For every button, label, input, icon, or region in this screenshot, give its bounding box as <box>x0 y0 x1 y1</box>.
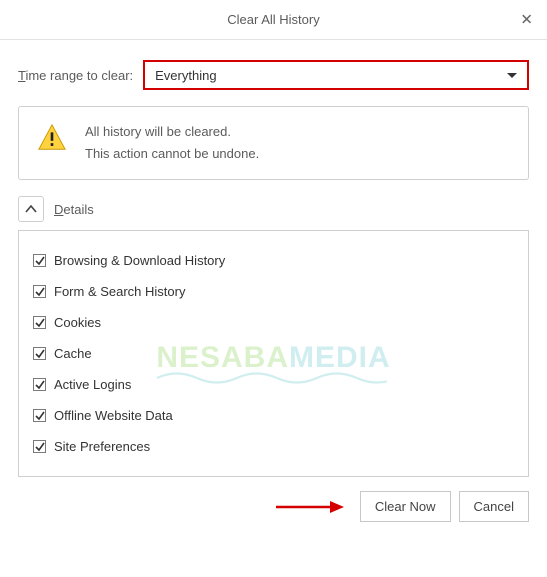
checkbox-label: Browsing & Download History <box>54 253 225 268</box>
details-toggle[interactable] <box>18 196 44 222</box>
details-row: Details <box>18 196 529 222</box>
details-label: Details <box>54 202 94 217</box>
dialog-content: Time range to clear: Everything All hist… <box>0 40 547 477</box>
time-range-select[interactable]: Everything <box>143 60 529 90</box>
checkbox-label: Form & Search History <box>54 284 185 299</box>
checkbox[interactable] <box>33 254 46 267</box>
chevron-down-icon <box>507 73 517 78</box>
checkbox-row[interactable]: Offline Website Data <box>33 400 514 431</box>
warning-text: All history will be cleared. This action… <box>85 121 259 165</box>
checkbox-row[interactable]: Active Logins <box>33 369 514 400</box>
clear-now-button[interactable]: Clear Now <box>360 491 451 522</box>
warning-line1: All history will be cleared. <box>85 121 259 143</box>
checkbox[interactable] <box>33 316 46 329</box>
warning-icon <box>37 123 67 153</box>
checkbox-row[interactable]: Cache <box>33 338 514 369</box>
checkbox[interactable] <box>33 409 46 422</box>
close-icon[interactable]: ✕ <box>520 12 533 27</box>
warning-box: All history will be cleared. This action… <box>18 106 529 180</box>
checkbox[interactable] <box>33 378 46 391</box>
checkbox-label: Site Preferences <box>54 439 150 454</box>
checkbox-row[interactable]: Site Preferences <box>33 431 514 462</box>
details-list: NESABAMEDIA Browsing & Download HistoryF… <box>18 230 529 477</box>
cancel-button[interactable]: Cancel <box>459 491 529 522</box>
checkbox-row[interactable]: Form & Search History <box>33 276 514 307</box>
checkbox-label: Cache <box>54 346 92 361</box>
checkbox[interactable] <box>33 347 46 360</box>
checkbox[interactable] <box>33 285 46 298</box>
time-range-row: Time range to clear: Everything <box>18 60 529 90</box>
checkbox-row[interactable]: Browsing & Download History <box>33 245 514 276</box>
arrow-right-icon <box>274 499 344 515</box>
checkbox-row[interactable]: Cookies <box>33 307 514 338</box>
title-bar: Clear All History ✕ <box>0 0 547 40</box>
warning-line2: This action cannot be undone. <box>85 143 259 165</box>
chevron-up-icon <box>25 205 37 213</box>
checkbox-label: Active Logins <box>54 377 131 392</box>
checkbox-label: Offline Website Data <box>54 408 173 423</box>
time-range-label: Time range to clear: <box>18 68 133 83</box>
dialog-footer: Clear Now Cancel <box>0 477 547 538</box>
checkbox-label: Cookies <box>54 315 101 330</box>
checkbox[interactable] <box>33 440 46 453</box>
time-range-value: Everything <box>155 68 216 83</box>
dialog-title: Clear All History <box>227 12 319 27</box>
